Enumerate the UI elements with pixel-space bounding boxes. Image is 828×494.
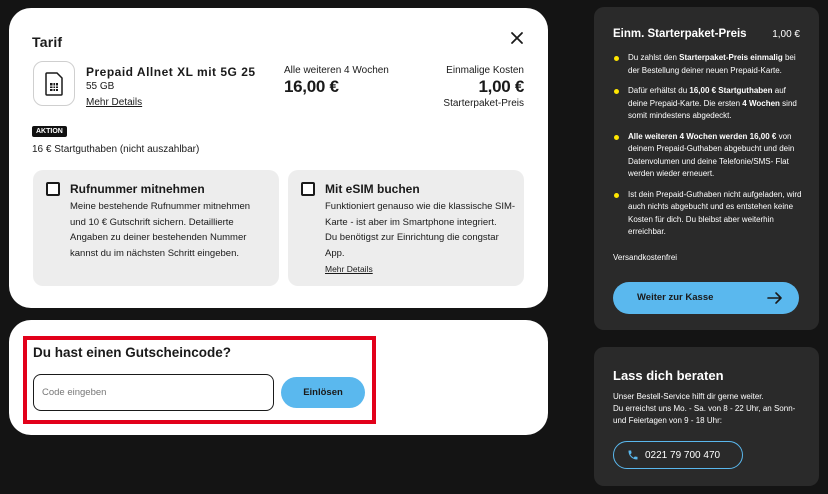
phone-number: 0221 79 700 470: [645, 450, 721, 461]
bullet-dot-icon: [614, 192, 619, 198]
recurring-label: Alle weiteren 4 Wochen: [284, 65, 389, 76]
summary-title: Einm. Starterpaket-Preis: [613, 28, 747, 40]
recurring-price: 16,00 €: [284, 77, 339, 96]
phone-button[interactable]: 0221 79 700 470: [613, 441, 743, 469]
bullet-dot-icon: [614, 134, 619, 140]
bullet-dot-icon: [614, 89, 619, 94]
sim-card-icon: [33, 61, 75, 106]
product-details-link[interactable]: Mehr Details: [86, 97, 142, 108]
port-number-checkbox[interactable]: [46, 182, 60, 196]
option-title: Rufnummer mitnehmen: [70, 182, 205, 196]
advice-title: Lass dich beraten: [613, 368, 724, 383]
option-port-number[interactable]: Rufnummer mitnehmen Meine bestehende Ruf…: [33, 170, 279, 286]
onetime-label: Einmalige Kosten: [446, 65, 524, 76]
onetime-sub: Starterpaket-Preis: [443, 98, 524, 109]
arrow-right-icon: [767, 292, 782, 304]
promo-badge: AKTION: [32, 126, 67, 137]
close-icon[interactable]: [508, 29, 526, 47]
phone-icon: [628, 450, 638, 460]
option-description: Funktioniert genauso wie die klassische …: [325, 201, 516, 259]
option-title: Mit eSIM buchen: [325, 182, 420, 196]
shipping-note: Versandkostenfrei: [613, 253, 678, 262]
product-name: Prepaid Allnet XL mit 5G 25: [86, 65, 256, 79]
summary-bullet: Du zahlst den Starterpaket-Preis einmali…: [613, 52, 803, 77]
advice-panel: Lass dich beraten Unser Bestell-Service …: [594, 347, 819, 486]
esim-checkbox[interactable]: [301, 182, 315, 196]
summary-price: 1,00 €: [772, 29, 800, 40]
product-data-volume: 55 GB: [86, 81, 115, 92]
price-summary-panel: Einm. Starterpaket-Preis 1,00 € Du zahls…: [594, 7, 819, 330]
esim-details-link[interactable]: Mehr Details: [325, 264, 373, 274]
bullet-dot-icon: [614, 56, 619, 61]
option-description: Meine bestehende Rufnummer mitnehmen und…: [70, 201, 251, 259]
option-esim[interactable]: Mit eSIM buchen Funktioniert genauso wie…: [288, 170, 524, 286]
advice-text: Unser Bestell-Service hilft dir gerne we…: [613, 392, 796, 425]
onetime-price: 1,00 €: [478, 77, 525, 96]
tarif-card: Tarif Prepaid Allnet XL mit 5G 25 55 GB …: [9, 8, 548, 308]
summary-bullet: Dafür erhältst du 16,00 € Startguthaben …: [613, 85, 803, 123]
summary-bullet: Ist dein Prepaid-Guthaben nicht aufgelad…: [613, 189, 803, 239]
checkout-button[interactable]: Weiter zur Kasse: [613, 282, 799, 314]
tarif-title: Tarif: [32, 34, 63, 50]
checkout-label: Weiter zur Kasse: [637, 292, 714, 303]
summary-bullets: Du zahlst den Starterpaket-Preis einmali…: [613, 52, 803, 247]
summary-bullet: Alle weiteren 4 Wochen werden 16,00 € vo…: [613, 131, 803, 181]
voucher-highlight-frame: [23, 336, 376, 424]
start-credit: 16 € Startguthaben (nicht auszahlbar): [32, 144, 200, 155]
